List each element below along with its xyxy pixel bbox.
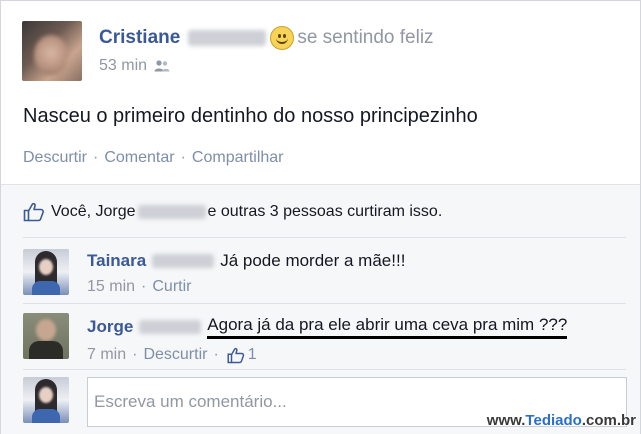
current-user-avatar bbox=[23, 377, 69, 423]
comment-body: Tainara Já pode morder a mãe!!! 15 min ·… bbox=[87, 251, 405, 296]
censored-surname bbox=[137, 205, 206, 219]
feedback-section: Você, Jorge e outras 3 pessoas curtiram … bbox=[1, 184, 640, 434]
action-separator: · bbox=[180, 149, 186, 166]
comment-unlike-link[interactable]: Descurtir bbox=[143, 346, 207, 364]
censored-surname bbox=[188, 30, 267, 46]
censored-surname bbox=[152, 254, 215, 268]
author-avatar[interactable] bbox=[22, 21, 82, 81]
divider bbox=[23, 369, 626, 370]
friends-privacy-icon[interactable] bbox=[154, 59, 170, 73]
comment-author-link[interactable]: Jorge bbox=[87, 317, 133, 337]
meta-separator: · bbox=[132, 346, 138, 363]
watermark-prefix: www. bbox=[486, 412, 526, 429]
comment-timestamp[interactable]: 7 min bbox=[87, 346, 126, 364]
author-name-link[interactable]: Cristiane bbox=[99, 27, 180, 49]
comment-like-link[interactable]: Curtir bbox=[152, 278, 191, 296]
feeling-text: se sentindo feliz bbox=[297, 27, 434, 48]
post-header: Cristiane se sentindo feliz bbox=[99, 25, 434, 51]
divider bbox=[23, 237, 626, 238]
divider bbox=[23, 303, 626, 304]
comment-text: Já pode morder a mãe!!! bbox=[220, 251, 406, 270]
likes-summary: Você, Jorge e outras 3 pessoas curtiram … bbox=[23, 202, 442, 222]
commenter-avatar[interactable] bbox=[23, 313, 69, 359]
watermark-brand: Tediado bbox=[525, 412, 582, 429]
share-link[interactable]: Compartilhar bbox=[192, 149, 284, 166]
meta-separator: · bbox=[213, 346, 219, 363]
post-meta: 53 min bbox=[99, 57, 170, 75]
comment-text: Agora já da pra ele abrir uma ceva pra m… bbox=[207, 315, 568, 339]
facebook-post: Cristiane se sentindo feliz 53 min Nasce… bbox=[0, 0, 641, 434]
comment-link[interactable]: Comentar bbox=[104, 149, 174, 166]
action-separator: · bbox=[93, 149, 99, 166]
meta-separator: · bbox=[141, 278, 147, 295]
post-actions: Descurtir · Comentar · Compartilhar bbox=[23, 149, 284, 167]
unlike-link[interactable]: Descurtir bbox=[23, 149, 87, 166]
post-timestamp[interactable]: 53 min bbox=[99, 57, 147, 75]
watermark-suffix: .com.br bbox=[581, 412, 636, 429]
avatar-face-blurred bbox=[34, 35, 68, 75]
site-watermark: www.Tediado.com.br bbox=[487, 412, 636, 429]
comment-timestamp[interactable]: 15 min bbox=[87, 278, 135, 296]
comment-author-link[interactable]: Tainara bbox=[87, 251, 146, 271]
censored-surname bbox=[139, 320, 202, 334]
thumbs-up-icon[interactable] bbox=[227, 347, 245, 364]
comment-body: Jorge Agora já da pra ele abrir uma ceva… bbox=[87, 315, 568, 364]
post-message: Nasceu o primeiro dentinho do nosso prin… bbox=[23, 105, 478, 127]
commenter-avatar[interactable] bbox=[23, 249, 69, 295]
thumbs-up-icon bbox=[23, 202, 44, 222]
smiley-icon bbox=[270, 26, 295, 50]
likes-names[interactable]: Você, Jorge bbox=[51, 203, 136, 221]
comment-like-count[interactable]: 1 bbox=[248, 346, 257, 364]
likes-others[interactable]: e outras 3 pessoas curtiram isso. bbox=[208, 203, 443, 221]
